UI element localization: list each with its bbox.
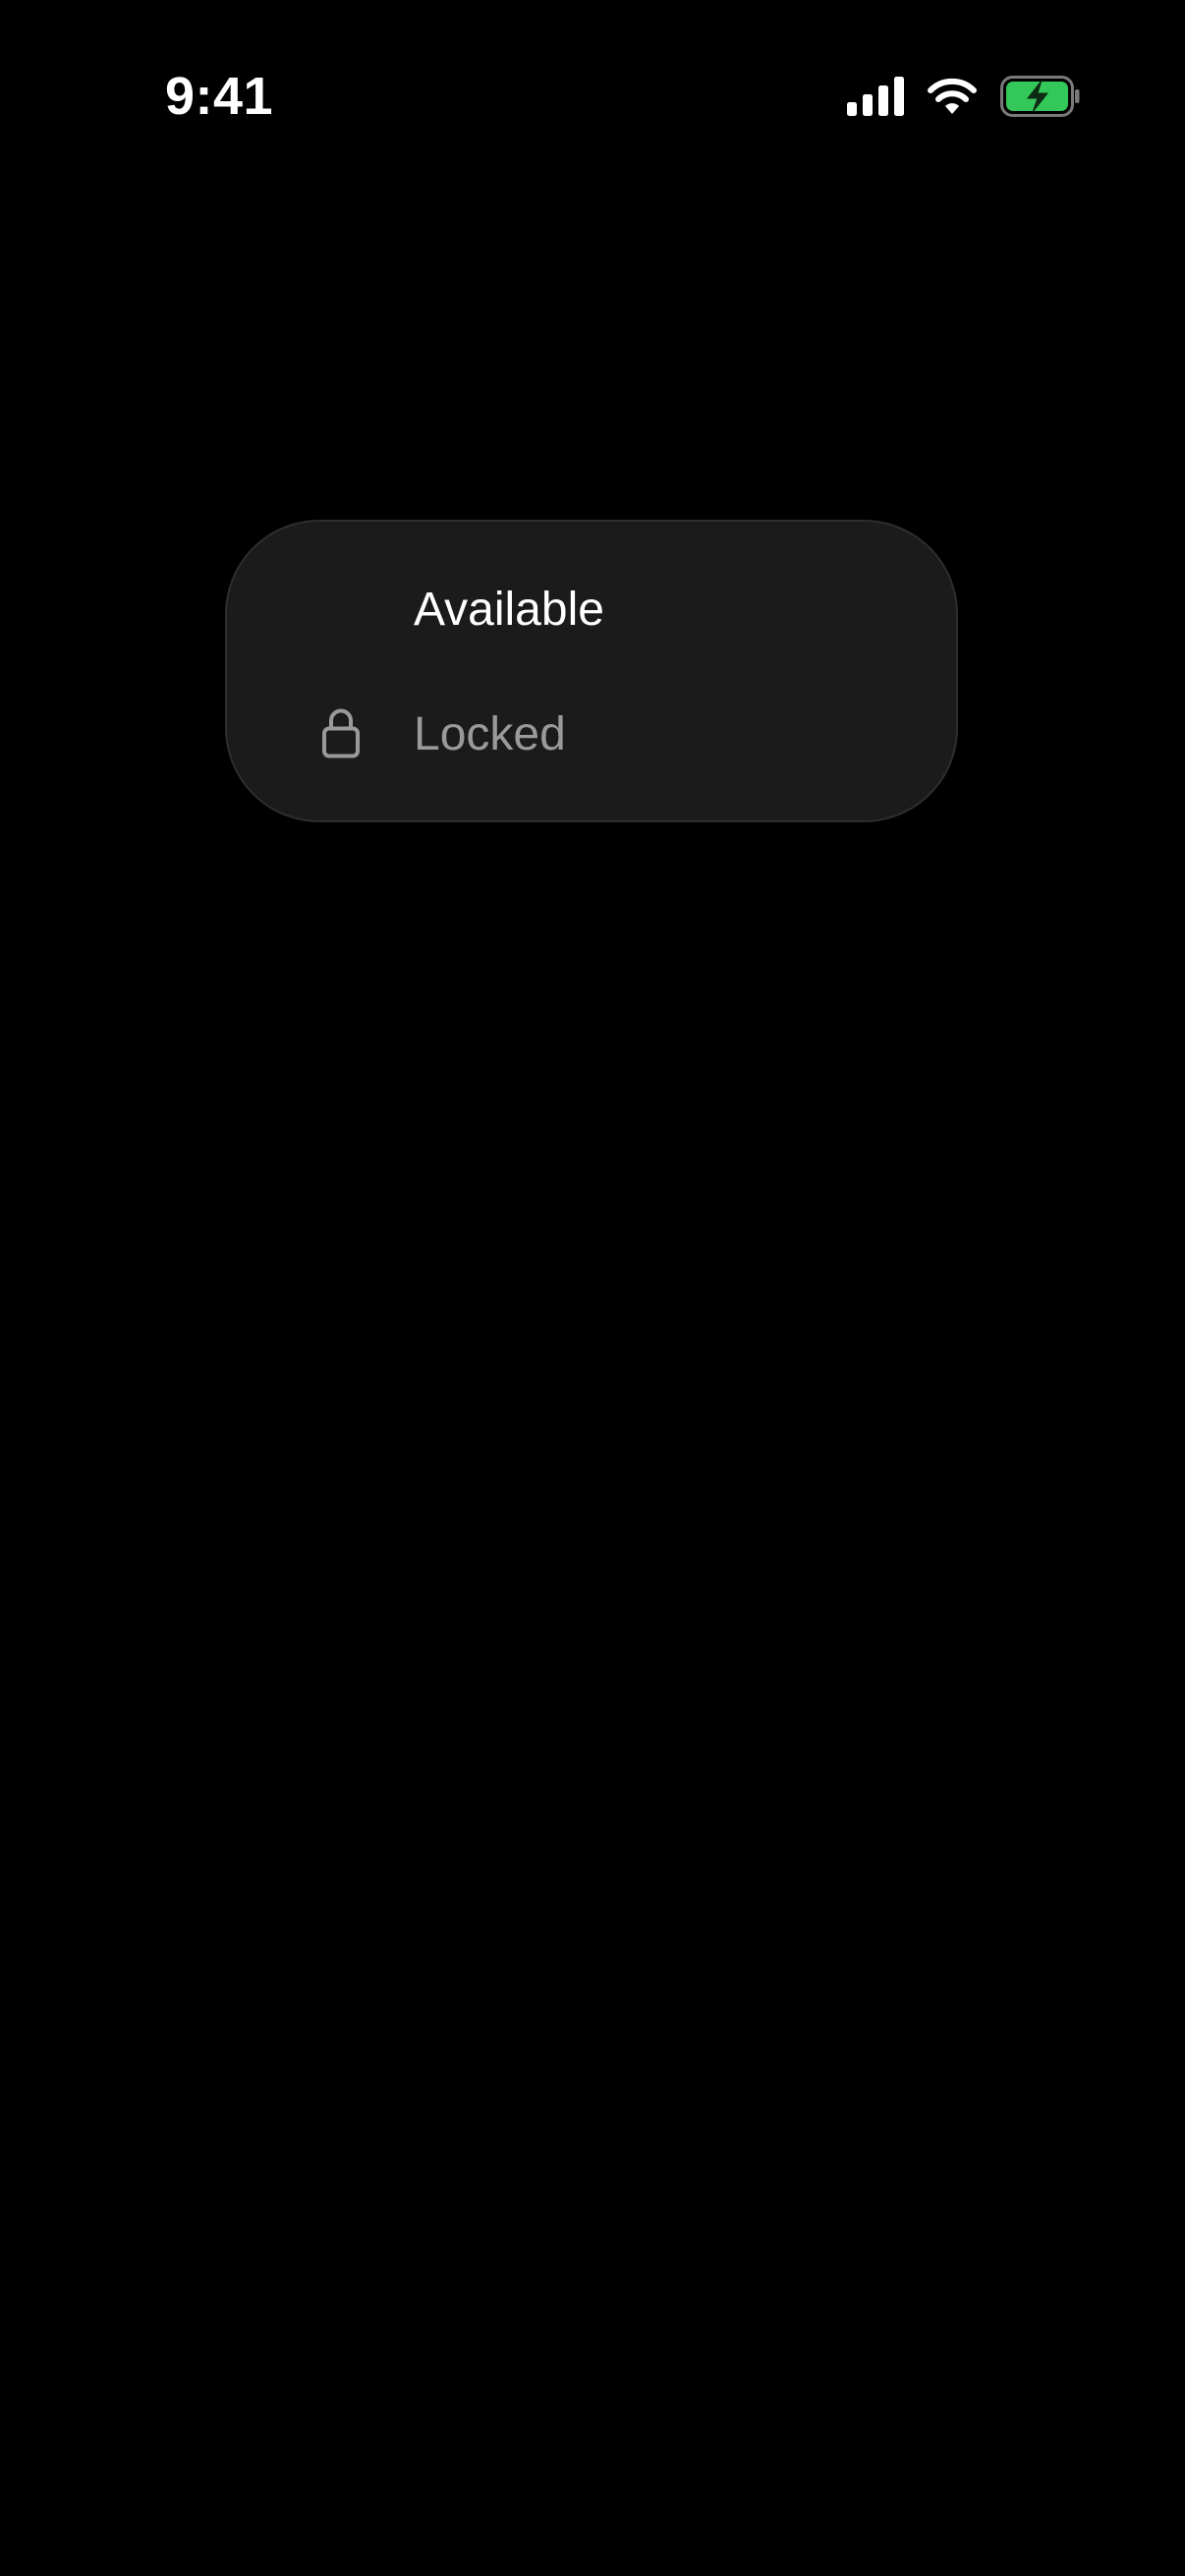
status-icons [847, 73, 1081, 120]
menu-item-locked: Locked [0, 681, 1185, 789]
lock-icon [321, 707, 361, 763]
menu-item-label: Available [414, 584, 604, 636]
status-bar: 9:41 [0, 0, 1185, 157]
battery-charging-icon [1000, 76, 1081, 117]
cellular-signal-icon [847, 77, 904, 116]
menu-item-available[interactable]: Available [0, 556, 1185, 664]
wifi-icon [926, 77, 979, 116]
menu-item-label: Locked [414, 708, 566, 760]
status-time: 9:41 [165, 67, 274, 126]
